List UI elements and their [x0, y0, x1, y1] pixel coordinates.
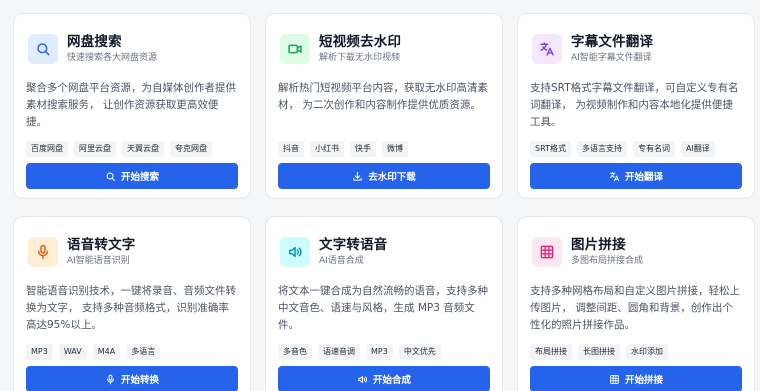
card-subtitle: 解析下载无水印视频 — [319, 52, 401, 63]
card-description: 支持SRT格式字幕文件翻译，可自定义专有名词翻译， 为视频制作和内容本地化提供便… — [530, 82, 739, 128]
button-label: 开始合成 — [372, 375, 411, 386]
translate-icon — [609, 171, 620, 182]
tag-chip: 长图拼接 — [578, 344, 620, 360]
card-subtitle: AI语音合成 — [319, 255, 364, 266]
tag-chip: MP3 — [26, 344, 53, 360]
microphone-icon — [105, 374, 116, 385]
download-icon — [352, 171, 363, 182]
button-label: 去水印下载 — [368, 172, 416, 183]
button-label: 开始拼接 — [624, 375, 663, 386]
start-stitch-button[interactable]: 开始拼接 — [530, 366, 742, 391]
watermark-download-button[interactable]: 去水印下载 — [278, 163, 490, 189]
tag-chip: 多语言支持 — [576, 141, 627, 157]
tool-card-text-to-speech: 文字转语音 AI语音合成 将文本一键合成为自然流畅的语音，支持多种中文音色、语速… — [265, 216, 503, 391]
button-label: 开始翻译 — [624, 172, 663, 183]
card-tags: 多音色 语速音调 MP3 中文优先 — [278, 344, 490, 360]
card-subtitle: AI智能语音识别 — [67, 255, 130, 266]
card-description: 聚合多个网盘平台资源，为自媒体创作者提供素材搜索服务， 让创作资源获取更高效便捷… — [26, 82, 236, 128]
tag-chip: 水印添加 — [626, 344, 668, 360]
card-description: 解析热门短视频平台内容，获取无水印高清素材， 为二次创作和内容制作提供优质资源。 — [278, 82, 488, 111]
tag-chip: SRT格式 — [530, 141, 571, 157]
tag-chip: 布局拼接 — [530, 344, 572, 360]
translate-icon — [532, 34, 562, 64]
tag-chip: 阿里云盘 — [74, 141, 116, 157]
card-title: 短视频去水印 — [319, 33, 402, 50]
tag-chip: 微博 — [382, 141, 408, 157]
search-icon — [105, 171, 116, 182]
tag-chip: 中文优先 — [398, 344, 441, 360]
speaker-icon — [357, 374, 368, 385]
start-translate-button[interactable]: 开始翻译 — [530, 163, 742, 189]
card-title: 文字转语音 — [319, 236, 388, 253]
card-tags: SRT格式 多语言支持 专有名词 AI翻译 — [530, 141, 742, 157]
tag-chip: 语速音调 — [318, 344, 360, 360]
tag-chip: AI翻译 — [680, 141, 715, 157]
tag-chip: 抖音 — [278, 141, 304, 157]
tag-chip: MP3 — [366, 344, 393, 360]
button-label: 开始转换 — [120, 375, 159, 386]
card-subtitle: AI智能字幕文件翻译 — [571, 52, 652, 63]
tag-chip: 天翼云盘 — [122, 141, 164, 157]
start-search-button[interactable]: 开始搜索 — [26, 163, 238, 189]
card-tags: 抖音 小红书 快手 微博 — [278, 141, 490, 157]
tool-card-subtitle-translation: 字幕文件翻译 AI智能字幕文件翻译 支持SRT格式字幕文件翻译，可自定义专有名词… — [517, 13, 755, 199]
tag-chip: 快手 — [350, 141, 376, 157]
card-description: 将文本一键合成为自然流畅的语音，支持多种中文音色、语速与风格，生成 MP3 音频… — [278, 285, 488, 331]
card-title: 网盘搜索 — [67, 33, 122, 50]
card-description: 支持多种网格布局和自定义图片拼接，轻松上传图片， 调整间距、圆角和背景，创作出个… — [530, 285, 740, 331]
tool-card-netdisk-search: 网盘搜索 快速搜索各大网盘资源 聚合多个网盘平台资源，为自媒体创作者提供素材搜索… — [13, 13, 251, 199]
tag-chip: 多语言 — [126, 344, 161, 360]
video-icon — [280, 34, 310, 64]
card-title: 图片拼接 — [571, 236, 626, 253]
start-convert-button[interactable]: 开始转换 — [26, 366, 238, 391]
tag-chip: 夸克网盘 — [170, 141, 212, 157]
card-title: 字幕文件翻译 — [571, 33, 654, 50]
tag-chip: M4A — [92, 344, 121, 360]
card-tags: MP3 WAV M4A 多语言 — [26, 344, 238, 360]
tag-chip: 多音色 — [278, 344, 312, 360]
grid-icon — [609, 374, 620, 385]
card-subtitle: 快速搜索各大网盘资源 — [67, 52, 158, 63]
tag-chip: 小红书 — [310, 141, 344, 157]
tool-card-image-stitch: 图片拼接 多图布局拼接合成 支持多种网格布局和自定义图片拼接，轻松上传图片， 调… — [517, 216, 755, 391]
search-icon — [28, 34, 58, 64]
card-description: 智能语音识别技术，一键将录音、音频文件转换为文字， 支持多种音频格式，识别准确率… — [26, 285, 236, 331]
tag-chip: 专有名词 — [632, 141, 675, 157]
speaker-icon — [280, 237, 310, 267]
card-tags: 布局拼接 长图拼接 水印添加 — [530, 344, 742, 360]
card-subtitle: 多图布局拼接合成 — [571, 255, 644, 266]
tag-chip: WAV — [58, 344, 87, 360]
tag-chip: 百度网盘 — [26, 141, 68, 157]
start-synthesis-button[interactable]: 开始合成 — [278, 366, 490, 391]
tool-card-watermark-removal: 短视频去水印 解析下载无水印视频 解析热门短视频平台内容，获取无水印高清素材， … — [265, 13, 503, 199]
button-label: 开始搜索 — [120, 172, 159, 183]
card-tags: 百度网盘 阿里云盘 天翼云盘 夸克网盘 — [26, 141, 238, 157]
tool-card-speech-to-text: 语音转文字 AI智能语音识别 智能语音识别技术，一键将录音、音频文件转换为文字，… — [13, 216, 251, 391]
microphone-icon — [28, 237, 58, 267]
grid-icon — [532, 237, 562, 267]
card-title: 语音转文字 — [67, 236, 136, 253]
